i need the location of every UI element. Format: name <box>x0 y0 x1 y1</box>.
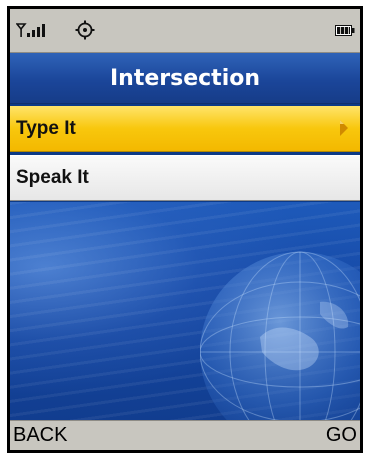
menu-item-label: Speak It <box>16 167 89 188</box>
chevron-right-icon <box>340 120 348 136</box>
menu-item-speak-it[interactable]: Speak It <box>10 155 360 201</box>
screen-title: Intersection <box>10 53 360 104</box>
battery-icon <box>335 25 355 36</box>
status-bar <box>10 9 360 53</box>
gps-icon <box>75 20 95 40</box>
menu-item-type-it[interactable]: Type It <box>10 106 360 152</box>
phone-frame: Intersection Type It Speak It BACK GO <box>7 6 363 453</box>
back-softkey[interactable]: BACK <box>13 424 67 447</box>
go-softkey[interactable]: GO <box>326 424 357 447</box>
phone-screen: Intersection Type It Speak It BACK GO <box>10 9 360 450</box>
softkey-bar: BACK GO <box>10 420 360 450</box>
menu-item-label: Type It <box>16 117 76 139</box>
wallpaper <box>10 202 360 422</box>
globe-graphic <box>200 251 360 422</box>
signal-strength-icon <box>16 23 45 37</box>
